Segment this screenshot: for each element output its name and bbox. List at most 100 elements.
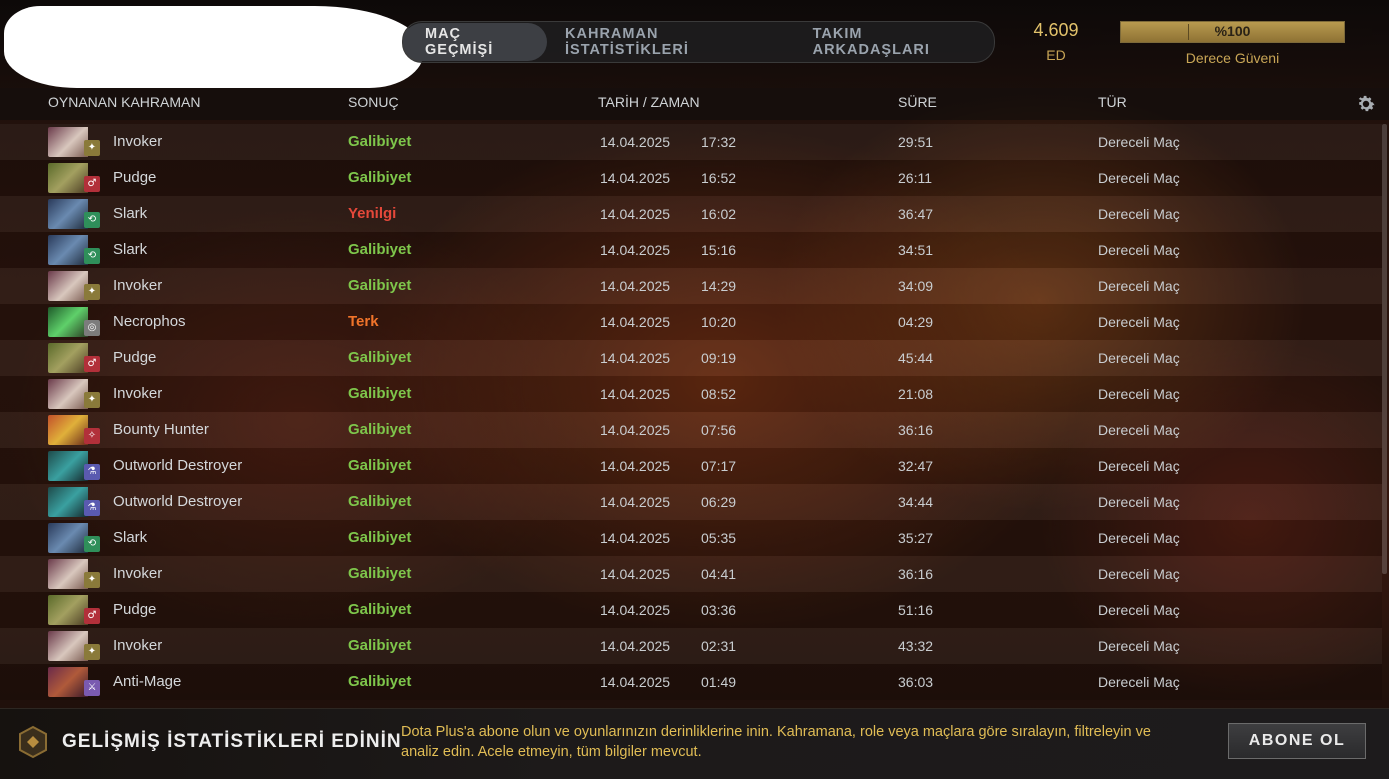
match-row[interactable]: ✦ Invoker Galibiyet 14.04.2025 14:29 34:09 Der… [0, 268, 1382, 304]
tab-hero-stats[interactable]: KAHRAMAN İSTATİSTİKLERİ [547, 23, 795, 61]
match-date: 14.04.2025 [600, 602, 671, 618]
invoker-hero-icon: ✦ [48, 631, 100, 661]
match-duration: 36:47 [898, 206, 934, 222]
match-row[interactable]: ⚔ Anti-Mage Galibiyet 14.04.2025 01:49 36:03 D… [0, 664, 1382, 700]
match-duration: 21:08 [898, 386, 934, 402]
match-result: Galibiyet [348, 133, 412, 150]
match-row[interactable]: ♂ Pudge Galibiyet 14.04.2025 09:19 45:44 Derec… [0, 340, 1382, 376]
match-time: 08:52 [701, 386, 737, 402]
match-result: Galibiyet [348, 421, 412, 438]
match-type: Dereceli Maç [1098, 638, 1180, 654]
match-type: Dereceli Maç [1098, 278, 1180, 294]
match-row[interactable]: ◎ Necrophos Terk 14.04.2025 10:20 04:29 Derece… [0, 304, 1382, 340]
match-result: Galibiyet [348, 529, 412, 546]
scrollbar[interactable] [1382, 124, 1387, 574]
subscribe-button[interactable]: ABONE OL [1228, 723, 1366, 759]
match-time: 07:56 [701, 422, 737, 438]
match-date: 14.04.2025 [600, 242, 671, 258]
hero-name: Invoker [113, 133, 163, 150]
match-duration: 34:44 [898, 494, 934, 510]
hero-name: Outworld Destroyer [113, 457, 243, 474]
match-type: Dereceli Maç [1098, 566, 1180, 582]
gear-icon[interactable] [1355, 93, 1377, 115]
role-icon: ⟲ [84, 212, 100, 228]
match-row[interactable]: ✦ Invoker Galibiyet 14.04.2025 17:32 29:51 Der… [0, 124, 1382, 160]
match-type: Dereceli Maç [1098, 314, 1180, 330]
hero-name: Invoker [113, 565, 163, 582]
match-row[interactable]: ✧ Bounty Hunter Galibiyet 14.04.2025 07:56 36… [0, 412, 1382, 448]
dota-plus-logo-icon [19, 725, 47, 759]
bounty-hunter-hero-icon: ✧ [48, 415, 100, 445]
tab-match-history[interactable]: MAÇ GEÇMİŞİ [403, 23, 548, 61]
column-header-hero[interactable]: OYNANAN KAHRAMAN [48, 94, 200, 110]
match-result: Galibiyet [348, 169, 412, 186]
match-row[interactable]: ✦ Invoker Galibiyet 14.04.2025 02:31 43:32 Der… [0, 628, 1382, 664]
hero-name: Slark [113, 529, 148, 546]
hero-name: Outworld Destroyer [113, 493, 243, 510]
match-row[interactable]: ✦ Invoker Galibiyet 14.04.2025 08:52 21:08 Der… [0, 376, 1382, 412]
rank-confidence: %100 Derece Güveni [1120, 21, 1345, 66]
role-icon: ✧ [84, 428, 100, 444]
column-header-result[interactable]: SONUÇ [348, 94, 399, 110]
match-row[interactable]: ✦ Invoker Galibiyet 14.04.2025 04:41 36:16 Der… [0, 556, 1382, 592]
match-date: 14.04.2025 [600, 206, 671, 222]
match-duration: 35:27 [898, 530, 934, 546]
hero-name: Invoker [113, 385, 163, 402]
outworld-destroyer-hero-icon: ⚗ [48, 451, 100, 481]
match-row[interactable]: ⟲ Slark Galibiyet 14.04.2025 05:35 35:27 Derec… [0, 520, 1382, 556]
role-icon: ⟲ [84, 536, 100, 552]
match-result: Galibiyet [348, 601, 412, 618]
column-header-duration[interactable]: SÜRE [898, 94, 937, 110]
column-header-datetime[interactable]: TARİH / ZAMAN [598, 94, 700, 110]
match-result: Galibiyet [348, 241, 412, 258]
role-icon: ⟲ [84, 248, 100, 264]
match-row[interactable]: ♂ Pudge Galibiyet 14.04.2025 03:36 51:16 Derec… [0, 592, 1382, 628]
role-icon: ✦ [84, 284, 100, 300]
match-row[interactable]: ⟲ Slark Galibiyet 14.04.2025 15:16 34:51 Derec… [0, 232, 1382, 268]
match-row[interactable]: ⟲ Slark Yenilgi 14.04.2025 16:02 36:47 Derecel… [0, 196, 1382, 232]
match-type: Dereceli Maç [1098, 530, 1180, 546]
match-type: Dereceli Maç [1098, 386, 1180, 402]
match-result: Yenilgi [348, 205, 397, 222]
role-icon: ✦ [84, 644, 100, 660]
match-result: Galibiyet [348, 385, 412, 402]
match-date: 14.04.2025 [600, 386, 671, 402]
match-date: 14.04.2025 [600, 494, 671, 510]
match-duration: 45:44 [898, 350, 934, 366]
match-duration: 04:29 [898, 314, 934, 330]
tab-teammates[interactable]: TAKIM ARKADAŞLARI [795, 23, 994, 61]
match-duration: 36:16 [898, 566, 934, 582]
match-result: Galibiyet [348, 493, 412, 510]
match-list: ✦ Invoker Galibiyet 14.04.2025 17:32 29:51 Der… [0, 124, 1382, 708]
tab-bar: MAÇ GEÇMİŞİ KAHRAMAN İSTATİSTİKLERİ TAKI… [402, 21, 995, 63]
match-time: 01:49 [701, 674, 737, 690]
slark-hero-icon: ⟲ [48, 199, 100, 229]
match-date: 14.04.2025 [600, 350, 671, 366]
hero-name: Pudge [113, 349, 157, 366]
match-duration: 36:03 [898, 674, 934, 690]
match-row[interactable]: ⚗ Outworld Destroyer Galibiyet 14.04.2025 07… [0, 448, 1382, 484]
match-date: 14.04.2025 [600, 314, 671, 330]
match-date: 14.04.2025 [600, 278, 671, 294]
match-result: Galibiyet [348, 457, 412, 474]
column-header-type[interactable]: TÜR [1098, 94, 1127, 110]
invoker-hero-icon: ✦ [48, 559, 100, 589]
match-row[interactable]: ♂ Pudge Galibiyet 14.04.2025 16:52 26:11 Derec… [0, 160, 1382, 196]
match-time: 02:31 [701, 638, 737, 654]
confidence-bar: %100 [1120, 21, 1345, 43]
hero-name: Invoker [113, 277, 163, 294]
match-result: Galibiyet [348, 349, 412, 366]
role-icon: ✦ [84, 572, 100, 588]
match-duration: 34:09 [898, 278, 934, 294]
match-duration: 32:47 [898, 458, 934, 474]
confidence-value: %100 [1214, 23, 1251, 39]
match-date: 14.04.2025 [600, 530, 671, 546]
match-result: Galibiyet [348, 277, 412, 294]
role-icon: ✦ [84, 140, 100, 156]
match-type: Dereceli Maç [1098, 170, 1180, 186]
match-duration: 36:16 [898, 422, 934, 438]
match-time: 06:29 [701, 494, 737, 510]
match-date: 14.04.2025 [600, 638, 671, 654]
hero-name: Necrophos [113, 313, 186, 330]
match-row[interactable]: ⚗ Outworld Destroyer Galibiyet 14.04.2025 06… [0, 484, 1382, 520]
